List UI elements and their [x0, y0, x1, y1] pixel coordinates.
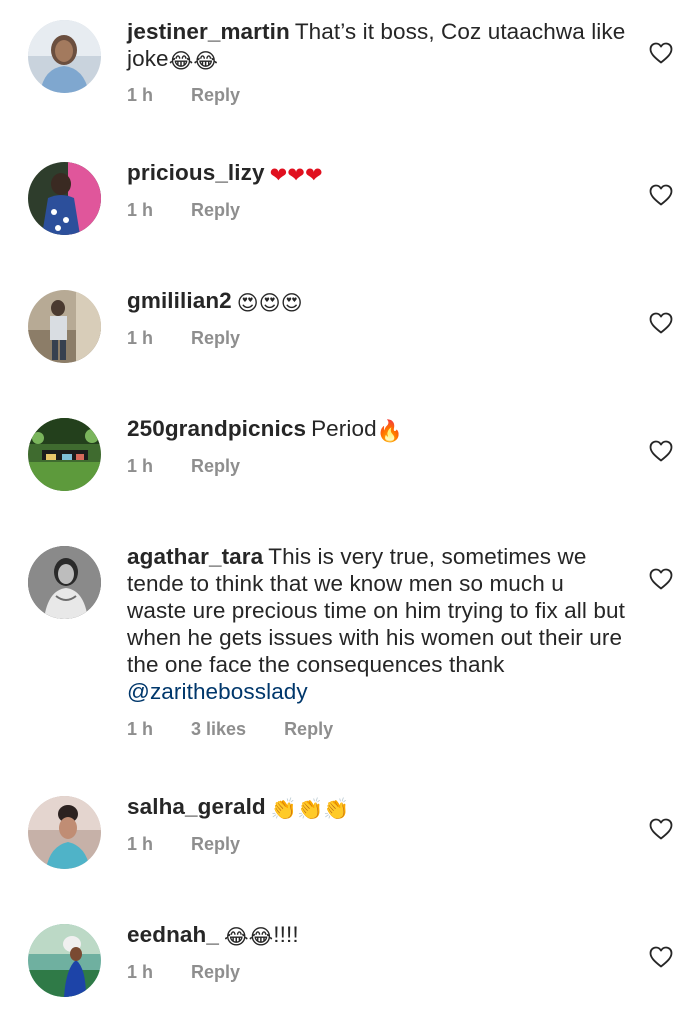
avatar[interactable]: [28, 546, 101, 619]
heart-outline-icon[interactable]: [649, 184, 673, 206]
comment-message: Period: [311, 416, 377, 441]
heart-outline-icon[interactable]: [649, 42, 673, 64]
comment-emoji: 😂😂: [168, 49, 218, 73]
comment-timestamp: 1 h: [127, 328, 154, 348]
comment-mention[interactable]: @zaritheboss​lady: [127, 679, 308, 704]
reply-button[interactable]: Reply: [191, 328, 240, 348]
comment-timestamp: 1 h: [127, 962, 154, 982]
comment-timestamp: 1 h: [127, 85, 154, 105]
comment-meta: 1 h Reply: [127, 962, 278, 983]
avatar[interactable]: [28, 796, 101, 869]
avatar[interactable]: [28, 418, 101, 491]
avatar[interactable]: [28, 20, 101, 93]
comment-meta: 1 h 3 likes Reply: [127, 719, 371, 740]
comment-timestamp: 1 h: [127, 456, 154, 476]
comment-text: eednah_ 😂😂!!!!: [127, 921, 627, 948]
reply-button[interactable]: Reply: [191, 962, 240, 982]
avatar[interactable]: [28, 924, 101, 997]
comment-username[interactable]: 250grandpicnics: [127, 416, 306, 441]
comment-emoji: 🔥: [376, 419, 403, 443]
comment-meta: 1 h Reply: [127, 834, 278, 855]
comment-timestamp: 1 h: [127, 200, 154, 220]
reply-button[interactable]: Reply: [191, 834, 240, 854]
comment-username[interactable]: gmililian2: [127, 288, 232, 313]
heart-outline-icon[interactable]: [649, 440, 673, 462]
heart-outline-icon[interactable]: [649, 568, 673, 590]
comment-message: !!!!: [273, 922, 299, 947]
reply-button[interactable]: Reply: [284, 719, 333, 739]
reply-button[interactable]: Reply: [191, 200, 240, 220]
comment-emoji: 😂😂: [224, 925, 274, 949]
comment-username[interactable]: pricious_lizy: [127, 160, 265, 185]
comment-text: 250grandpicnics Period🔥: [127, 415, 627, 442]
comment-text: agathar_tara This is very true, sometimes…: [127, 543, 627, 705]
reply-button[interactable]: Reply: [191, 85, 240, 105]
comment-meta: 1 h Reply: [127, 456, 278, 477]
heart-outline-icon[interactable]: [649, 946, 673, 968]
comment-text: jestiner_martin That’s it boss, Coz utaac…: [127, 18, 627, 72]
comment-meta: 1 h Reply: [127, 200, 278, 221]
comment-emoji: ❤❤❤: [269, 163, 323, 187]
comment-username[interactable]: agathar_tara: [127, 544, 263, 569]
reply-button[interactable]: Reply: [191, 456, 240, 476]
comment-meta: 1 h Reply: [127, 85, 278, 106]
heart-outline-icon[interactable]: [649, 818, 673, 840]
comment-timestamp: 1 h: [127, 719, 154, 739]
comment-meta: 1 h Reply: [127, 328, 278, 349]
comment-text: gmililian2 😍😍😍: [127, 287, 627, 314]
comment-text: salha_gerald 👏👏👏: [127, 793, 627, 820]
comment-username[interactable]: jestiner_martin: [127, 19, 290, 44]
avatar[interactable]: [28, 290, 101, 363]
avatar[interactable]: [28, 162, 101, 235]
likes-count[interactable]: 3 likes: [191, 719, 246, 739]
comment-timestamp: 1 h: [127, 834, 154, 854]
heart-outline-icon[interactable]: [649, 312, 673, 334]
comment-username[interactable]: eednah_: [127, 922, 219, 947]
comment-emoji: 👏👏👏: [270, 797, 350, 821]
comment-text: pricious_lizy ❤❤❤: [127, 159, 627, 186]
comment-username[interactable]: salha_gerald: [127, 794, 266, 819]
comment-emoji: 😍😍😍: [236, 291, 303, 315]
